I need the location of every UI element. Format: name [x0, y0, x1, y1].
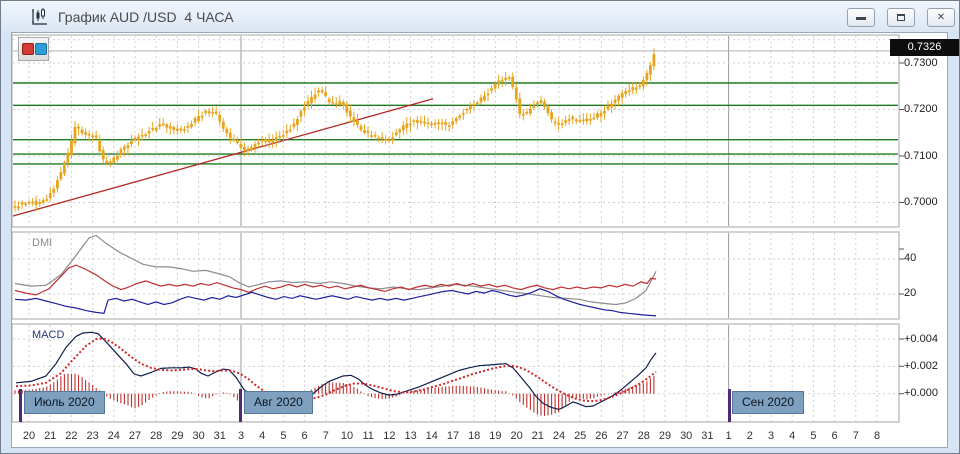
x-axis-label: 6 — [831, 430, 838, 442]
x-axis-label: 10 — [340, 430, 354, 442]
x-axis-label: 25 — [574, 430, 587, 442]
x-axis-label: 8 — [873, 430, 881, 442]
macd-label: MACD — [32, 329, 65, 341]
object-toolbar — [18, 37, 49, 61]
x-axis-label: 27 — [616, 430, 629, 442]
x-axis-label: 5 — [280, 430, 287, 442]
price-axis-label: 0.7300 — [904, 57, 938, 69]
month-separator-bar — [239, 389, 242, 422]
x-axis-label: 18 — [468, 430, 481, 442]
x-axis-label: 19 — [489, 430, 502, 442]
x-axis-label: 3 — [237, 430, 245, 442]
month-separator-bar — [19, 389, 22, 422]
x-axis-label: 1 — [725, 430, 732, 442]
x-axis-label: 7 — [852, 430, 859, 442]
month-label-august: Авг 2020 — [244, 391, 313, 414]
chart-window: График AUD /USD 4 ЧАСА ▬ ✕ 0.7326 0.7300… — [0, 0, 960, 454]
macd-axis-label: +0.004 — [904, 333, 938, 345]
blue-swatch-button[interactable] — [35, 43, 47, 55]
x-axis-label: 30 — [680, 430, 693, 442]
dmi-panel[interactable] — [12, 232, 899, 319]
dmi-axis-label: 40 — [904, 252, 917, 264]
x-axis-label: 12 — [383, 430, 396, 442]
x-axis-label: 14 — [425, 430, 438, 442]
x-axis-label: 28 — [150, 430, 163, 442]
x-axis-label: 31 — [701, 430, 714, 442]
x-axis-label: 6 — [301, 430, 308, 442]
x-axis-label: 23 — [86, 430, 99, 442]
x-axis-label: 20 — [22, 430, 36, 442]
x-axis-label: 28 — [637, 430, 650, 442]
x-axis-label: 3 — [767, 430, 775, 442]
x-axis-label: 22 — [65, 430, 78, 442]
price-axis-label: 0.7100 — [904, 150, 938, 162]
x-axis-label: 26 — [595, 430, 608, 442]
x-axis-label: 7 — [322, 430, 329, 442]
macd-axis-label: +0.000 — [904, 387, 938, 399]
red-swatch-button[interactable] — [22, 43, 34, 55]
x-axis-label: 4 — [789, 430, 796, 442]
x-axis-label: 2 — [746, 430, 753, 442]
x-axis-label: 24 — [107, 430, 120, 442]
price-axis-label: 0.7000 — [904, 196, 938, 208]
dmi-label: DMI — [32, 237, 53, 249]
x-axis-label: 24 — [552, 430, 566, 442]
month-label-july: Июль 2020 — [24, 391, 105, 414]
price-axis-label: 0.7200 — [904, 103, 938, 115]
macd-axis-label: +0.002 — [904, 360, 938, 372]
x-axis-label: 17 — [446, 430, 460, 442]
x-axis-label: 27 — [128, 430, 142, 442]
x-axis-label: 29 — [658, 430, 672, 442]
x-axis-label: 20 — [510, 430, 523, 442]
x-axis-label: 5 — [810, 430, 817, 442]
x-axis-label: 21 — [531, 430, 544, 442]
month-label-september: Сен 2020 — [732, 391, 804, 414]
x-axis-label: 11 — [362, 430, 374, 442]
x-axis-label: 30 — [192, 430, 205, 442]
main-chart-panel[interactable] — [12, 35, 899, 227]
x-axis-label: 13 — [404, 430, 417, 442]
x-axis-label: 21 — [44, 430, 57, 442]
x-axis-label: 4 — [259, 430, 266, 442]
x-axis-label: 29 — [171, 430, 184, 442]
x-axis-label: 31 — [213, 430, 226, 442]
current-price-badge: 0.7326 — [890, 39, 959, 56]
month-separator-bar — [728, 389, 731, 422]
dmi-axis-label: 20 — [904, 287, 917, 299]
